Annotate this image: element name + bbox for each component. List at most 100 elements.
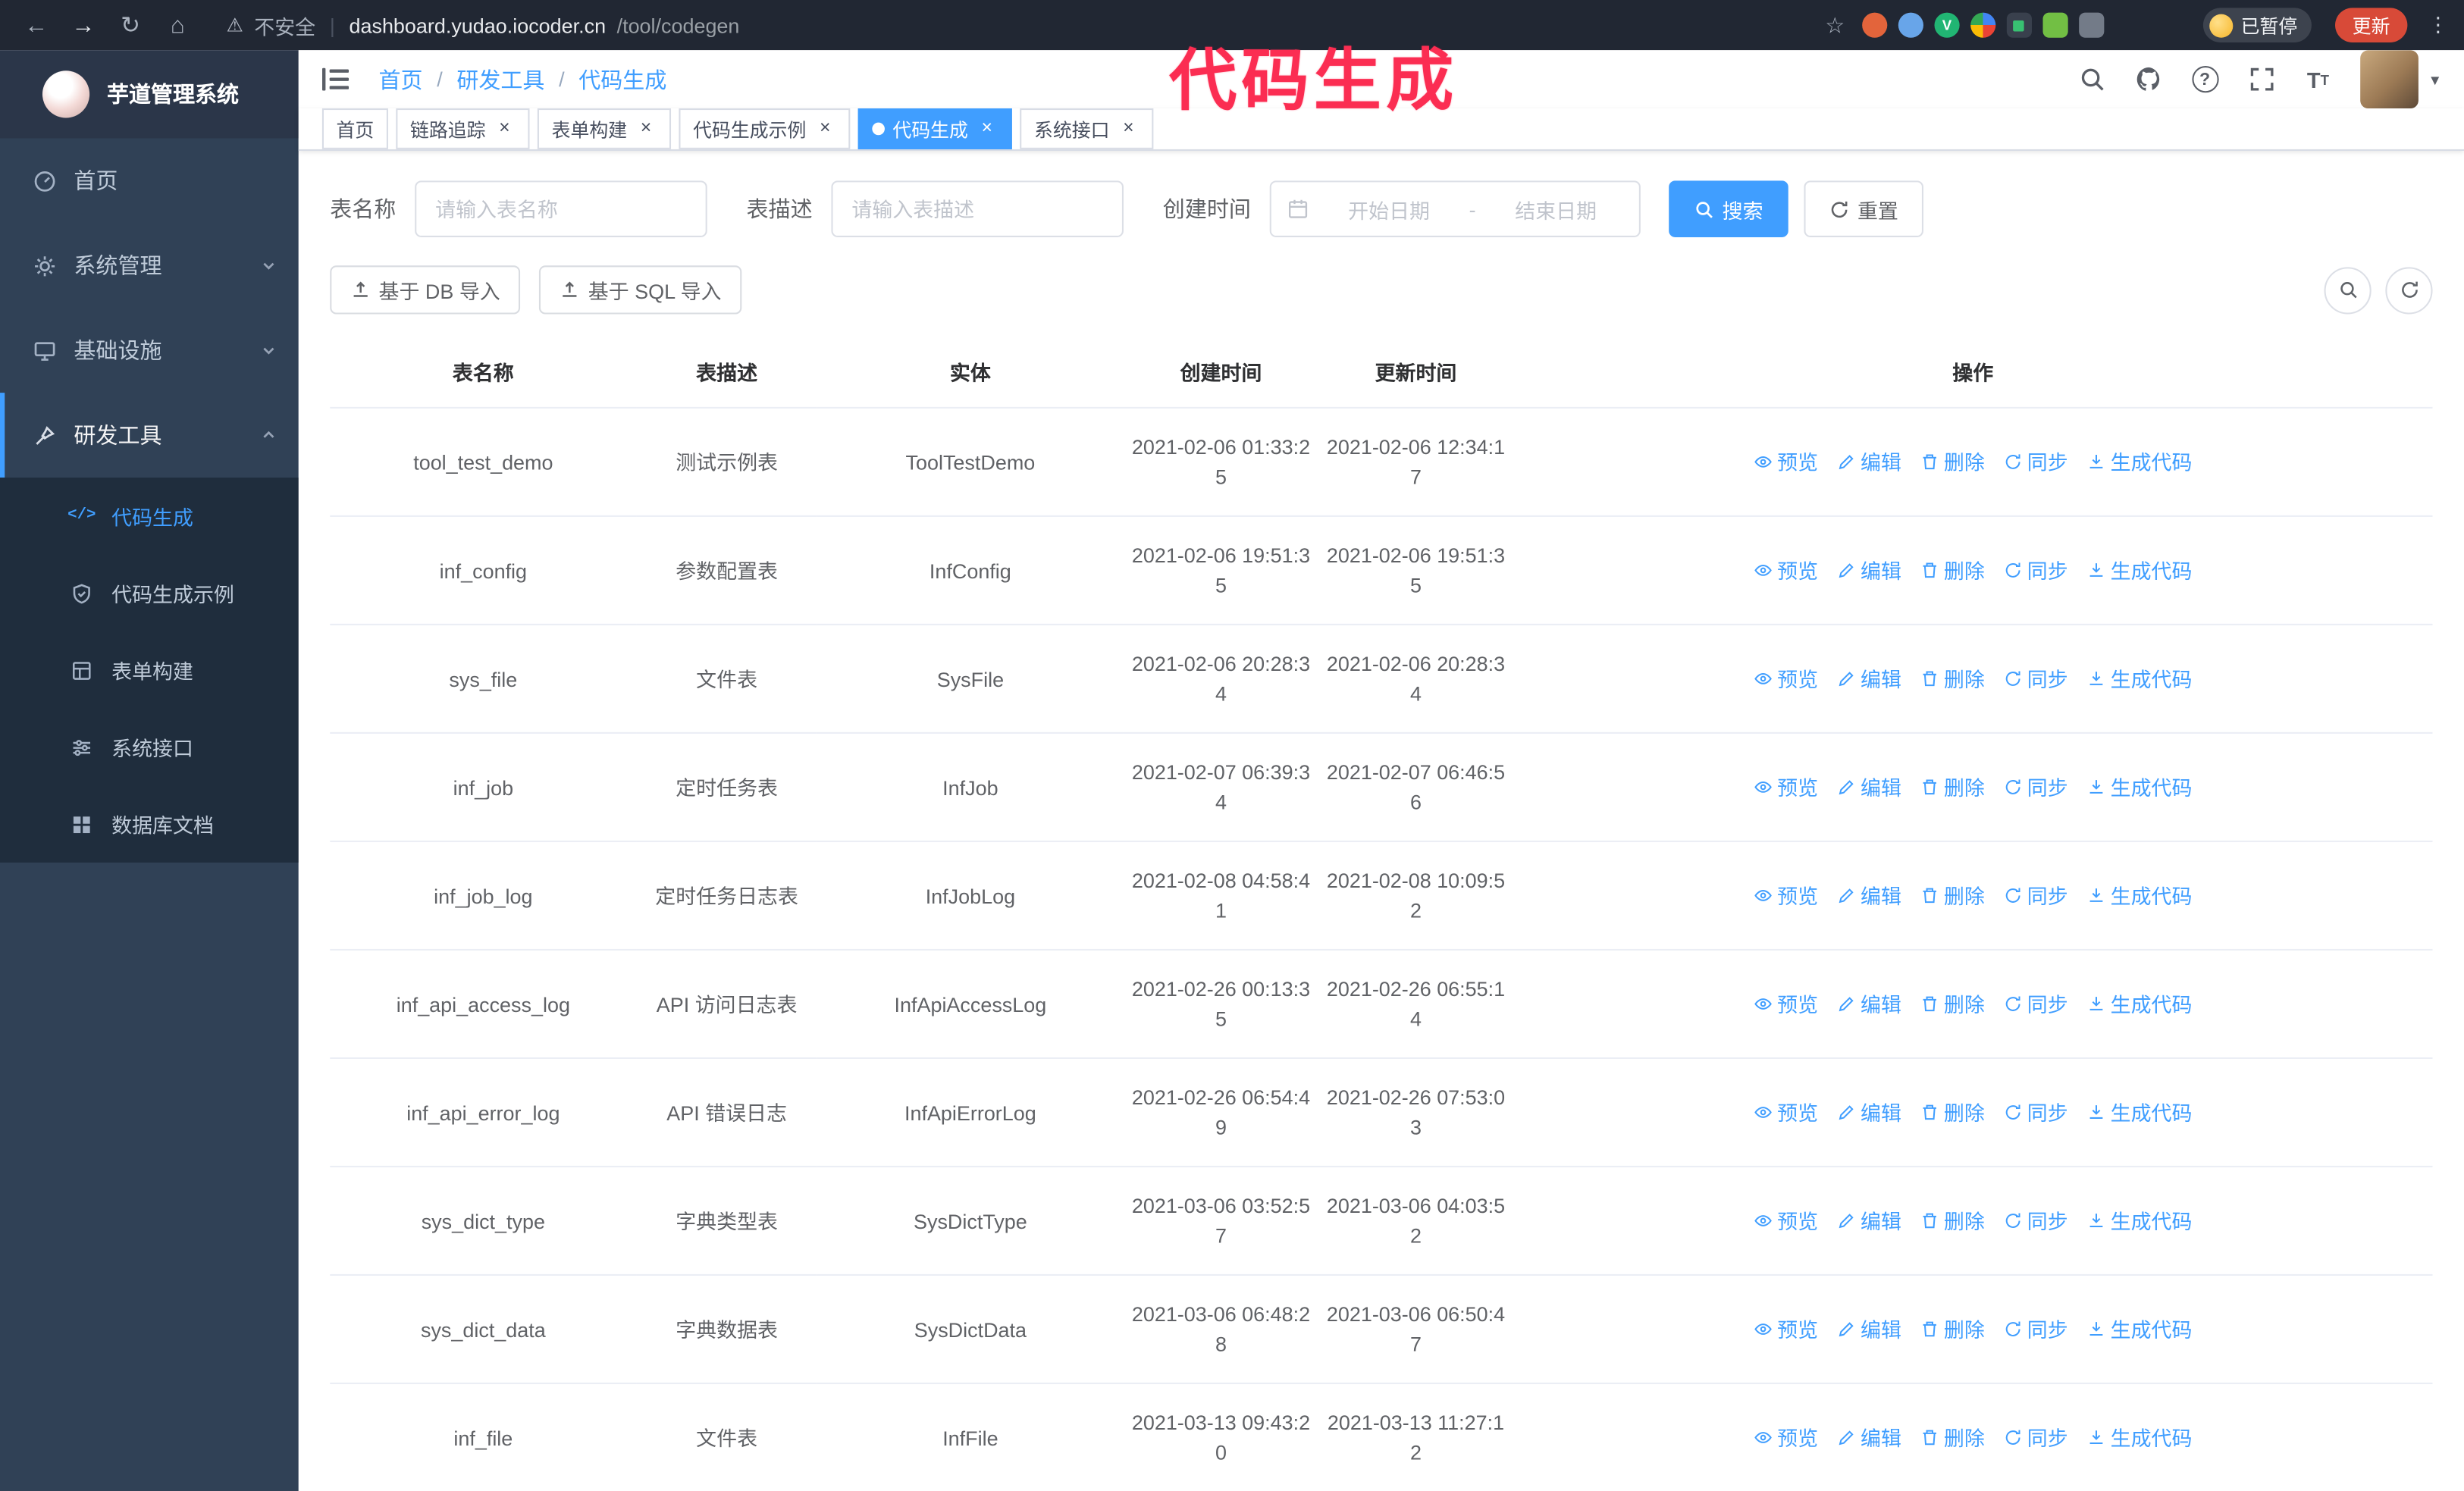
- refresh-table-button[interactable]: [2385, 266, 2433, 314]
- import-db-button[interactable]: 基于 DB 导入: [330, 265, 521, 315]
- action-preview[interactable]: 预览: [1754, 664, 1818, 694]
- action-sync[interactable]: 同步: [2004, 772, 2068, 802]
- action-sync[interactable]: 同步: [2004, 1098, 2068, 1127]
- extensions-puzzle-icon[interactable]: [2079, 12, 2105, 38]
- action-sync[interactable]: 同步: [2004, 1206, 2068, 1236]
- import-sql-button[interactable]: 基于 SQL 导入: [539, 265, 742, 315]
- sidebar-item-codegen-example[interactable]: 代码生成示例: [0, 555, 299, 632]
- user-menu[interactable]: ▼: [2360, 50, 2442, 109]
- font-size-icon[interactable]: TT: [2294, 56, 2341, 103]
- tab-tracing[interactable]: 链路追踪 ×: [396, 108, 530, 149]
- tab-codegen[interactable]: 代码生成 ×: [857, 108, 1012, 149]
- action-sync[interactable]: 同步: [2004, 447, 2068, 477]
- close-icon[interactable]: ×: [494, 117, 516, 139]
- tab-codegen-example[interactable]: 代码生成示例 ×: [679, 108, 851, 149]
- extension-icon-5[interactable]: [2006, 12, 2032, 38]
- action-preview[interactable]: 预览: [1754, 1314, 1818, 1344]
- action-generate[interactable]: 生成代码: [2087, 664, 2192, 694]
- close-icon[interactable]: ×: [1118, 117, 1140, 139]
- action-delete[interactable]: 删除: [1920, 1098, 1985, 1127]
- extension-icon-6[interactable]: [2042, 12, 2068, 38]
- tab-home[interactable]: 首页: [321, 108, 388, 149]
- action-preview[interactable]: 预览: [1754, 1098, 1818, 1127]
- header-search-icon[interactable]: [2068, 56, 2115, 103]
- table-name-input[interactable]: [415, 180, 707, 237]
- action-preview[interactable]: 预览: [1754, 556, 1818, 585]
- sidebar-item-home[interactable]: 首页: [0, 138, 299, 223]
- extension-icon-3[interactable]: V: [1934, 12, 1960, 38]
- bookmark-star-icon[interactable]: ☆: [1825, 12, 1845, 39]
- browser-home-button[interactable]: ⌂: [157, 5, 198, 45]
- browser-back-button[interactable]: ←: [16, 5, 57, 45]
- action-preview[interactable]: 预览: [1754, 1423, 1818, 1452]
- app-logo[interactable]: 芋道管理系统: [0, 50, 299, 139]
- action-edit[interactable]: 编辑: [1837, 881, 1901, 910]
- action-generate[interactable]: 生成代码: [2087, 881, 2192, 910]
- action-generate[interactable]: 生成代码: [2087, 772, 2192, 802]
- action-preview[interactable]: 预览: [1754, 447, 1818, 477]
- sidebar-item-db-docs[interactable]: 数据库文档: [0, 785, 299, 863]
- action-delete[interactable]: 删除: [1920, 1206, 1985, 1236]
- sidebar-item-form-builder[interactable]: 表单构建: [0, 631, 299, 709]
- breadcrumb-item-devtools[interactable]: 研发工具: [456, 64, 544, 95]
- help-icon[interactable]: ?: [2181, 56, 2228, 103]
- action-edit[interactable]: 编辑: [1837, 772, 1901, 802]
- sidebar-toggle-icon[interactable]: [321, 62, 356, 97]
- browser-menu-icon[interactable]: ⋮: [2428, 13, 2448, 38]
- extension-icon-4[interactable]: [1970, 12, 1996, 38]
- table-desc-input[interactable]: [831, 180, 1124, 237]
- action-preview[interactable]: 预览: [1754, 989, 1818, 1019]
- action-sync[interactable]: 同步: [2004, 664, 2068, 694]
- action-delete[interactable]: 删除: [1920, 881, 1985, 910]
- action-sync[interactable]: 同步: [2004, 1314, 2068, 1344]
- action-edit[interactable]: 编辑: [1837, 1314, 1901, 1344]
- breadcrumb-item-home[interactable]: 首页: [379, 64, 423, 95]
- action-generate[interactable]: 生成代码: [2087, 556, 2192, 585]
- action-generate[interactable]: 生成代码: [2087, 1206, 2192, 1236]
- browser-reload-button[interactable]: ↻: [110, 5, 151, 45]
- sidebar-item-infra[interactable]: 基础设施: [0, 308, 299, 393]
- close-icon[interactable]: ×: [976, 117, 998, 139]
- extension-icon-2[interactable]: [1898, 12, 1923, 38]
- action-generate[interactable]: 生成代码: [2087, 1098, 2192, 1127]
- sidebar-item-codegen[interactable]: </> 代码生成: [0, 478, 299, 555]
- action-generate[interactable]: 生成代码: [2087, 989, 2192, 1019]
- action-edit[interactable]: 编辑: [1837, 556, 1901, 585]
- action-sync[interactable]: 同步: [2004, 1423, 2068, 1452]
- action-preview[interactable]: 预览: [1754, 1206, 1818, 1236]
- close-icon[interactable]: ×: [635, 117, 657, 139]
- profile-paused-chip[interactable]: 已暂停: [2202, 8, 2312, 42]
- search-button[interactable]: 搜索: [1669, 180, 1788, 237]
- fullscreen-icon[interactable]: [2238, 56, 2285, 103]
- action-delete[interactable]: 删除: [1920, 989, 1985, 1019]
- action-preview[interactable]: 预览: [1754, 881, 1818, 910]
- github-icon[interactable]: [2124, 56, 2171, 103]
- action-edit[interactable]: 编辑: [1837, 1206, 1901, 1236]
- sidebar-item-system[interactable]: 系统管理: [0, 223, 299, 308]
- action-generate[interactable]: 生成代码: [2087, 1423, 2192, 1452]
- action-edit[interactable]: 编辑: [1837, 1098, 1901, 1127]
- sidebar-item-system-api[interactable]: 系统接口: [0, 709, 299, 786]
- action-sync[interactable]: 同步: [2004, 881, 2068, 910]
- action-edit[interactable]: 编辑: [1837, 989, 1901, 1019]
- action-sync[interactable]: 同步: [2004, 556, 2068, 585]
- action-edit[interactable]: 编辑: [1837, 1423, 1901, 1452]
- close-icon[interactable]: ×: [814, 117, 836, 139]
- action-delete[interactable]: 删除: [1920, 1314, 1985, 1344]
- extension-icon-1[interactable]: [1862, 12, 1888, 38]
- browser-forward-button[interactable]: →: [63, 5, 104, 45]
- action-delete[interactable]: 删除: [1920, 447, 1985, 477]
- action-preview[interactable]: 预览: [1754, 772, 1818, 802]
- address-bar[interactable]: ⚠ 不安全 | dashboard.yudao.iocoder.cn/tool/…: [226, 10, 1825, 39]
- browser-update-button[interactable]: 更新: [2334, 8, 2408, 42]
- reset-button[interactable]: 重置: [1804, 180, 1924, 237]
- action-delete[interactable]: 删除: [1920, 1423, 1985, 1452]
- action-sync[interactable]: 同步: [2004, 989, 2068, 1019]
- toggle-search-button[interactable]: [2324, 266, 2372, 314]
- action-generate[interactable]: 生成代码: [2087, 1314, 2192, 1344]
- tab-system-api[interactable]: 系统接口 ×: [1020, 108, 1154, 149]
- date-range-picker[interactable]: 开始日期 - 结束日期: [1269, 180, 1641, 237]
- action-delete[interactable]: 删除: [1920, 664, 1985, 694]
- sidebar-item-devtools[interactable]: 研发工具: [0, 393, 299, 478]
- action-delete[interactable]: 删除: [1920, 556, 1985, 585]
